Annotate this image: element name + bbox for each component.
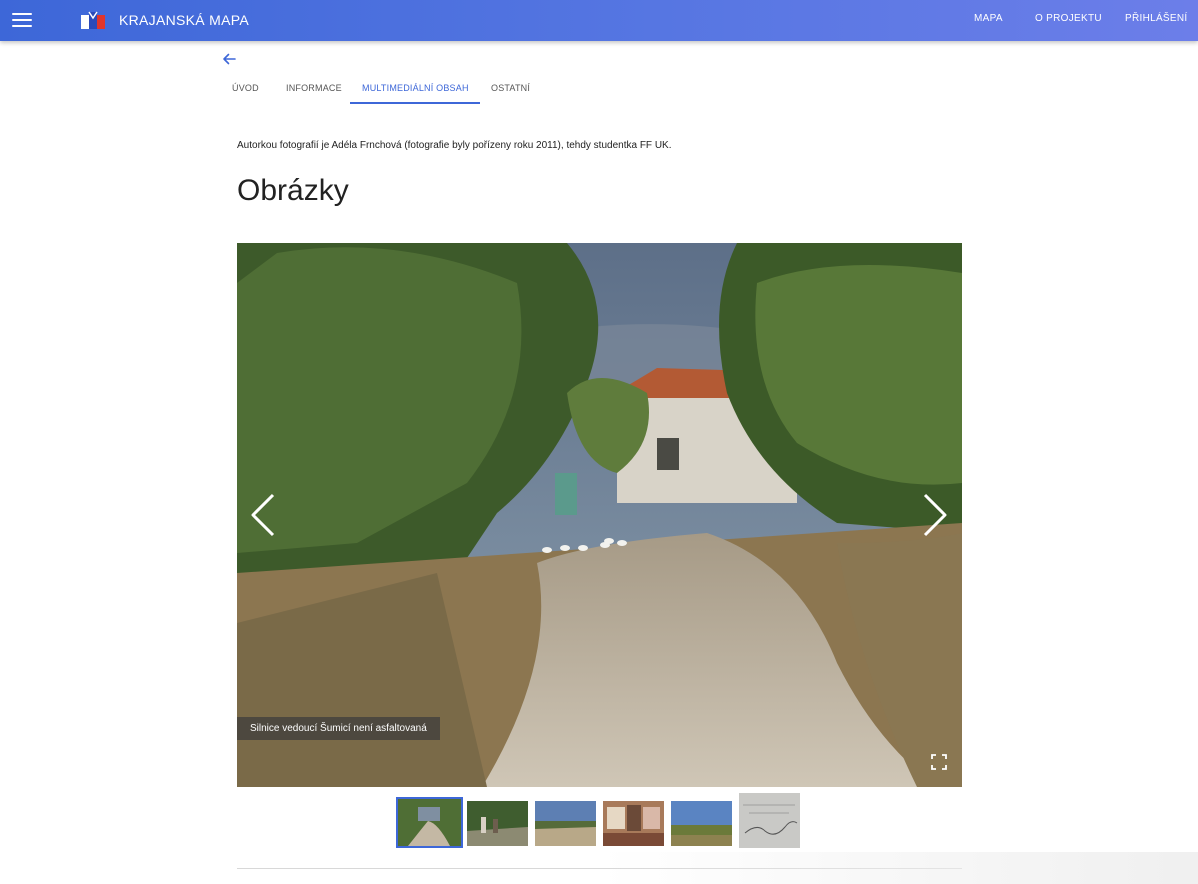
hamburger-menu-icon[interactable] — [10, 9, 34, 31]
page-heading: Obrázky — [237, 174, 349, 207]
gallery-main-image[interactable] — [237, 243, 962, 787]
thumbnail-6[interactable] — [739, 793, 800, 848]
image-gallery: Silnice vedoucí Šumicí není asfaltovaná — [237, 243, 962, 787]
tab-ostatni[interactable]: OSTATNÍ — [491, 83, 530, 93]
app-bar: KRAJANSKÁ MAPA MAPA O PROJEKTU PŘIHLÁŠEN… — [0, 0, 1198, 41]
thumbnail-4[interactable] — [603, 801, 664, 846]
bottom-shadow — [600, 852, 1198, 884]
image-caption: Silnice vedoucí Šumicí není asfaltovaná — [237, 717, 440, 740]
tab-uvod[interactable]: ÚVOD — [232, 83, 259, 93]
thumbnail-3[interactable] — [535, 801, 596, 846]
app-logo[interactable] — [80, 9, 106, 31]
thumbnail-1[interactable] — [396, 797, 463, 848]
chevron-right-icon[interactable] — [917, 491, 953, 539]
thumbnail-2[interactable] — [467, 801, 528, 846]
tab-multimedialni-obsah[interactable]: MULTIMEDIÁLNÍ OBSAH — [362, 83, 469, 93]
fullscreen-icon[interactable] — [930, 753, 948, 771]
nav-link-o-projektu[interactable]: O PROJEKTU — [1035, 13, 1102, 24]
active-tab-indicator — [350, 102, 480, 104]
nav-link-mapa[interactable]: MAPA — [974, 13, 1003, 24]
app-title[interactable]: KRAJANSKÁ MAPA — [119, 12, 249, 28]
thumbnail-strip — [0, 793, 1198, 853]
tab-informace[interactable]: INFORMACE — [286, 83, 342, 93]
chevron-left-icon[interactable] — [245, 491, 281, 539]
nav-link-prihlaseni[interactable]: PŘIHLÁŠENÍ — [1125, 13, 1187, 24]
thumbnail-5[interactable] — [671, 801, 732, 846]
arrow-left-icon[interactable] — [220, 50, 238, 68]
author-note: Autorkou fotografií je Adéla Frnchová (f… — [237, 140, 672, 151]
